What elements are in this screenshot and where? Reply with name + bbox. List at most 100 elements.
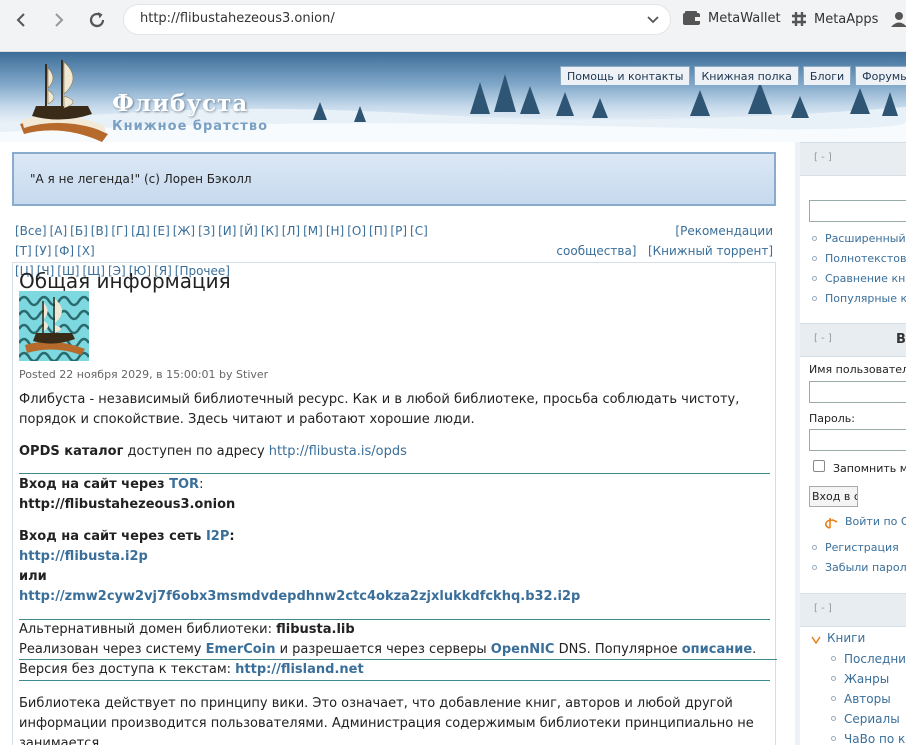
- login-block-title: В: [896, 332, 906, 347]
- books-genres-link[interactable]: Жанры: [844, 672, 889, 686]
- or-line: или: [19, 567, 767, 587]
- or-text: или: [19, 569, 47, 584]
- alpha-link[interactable]: [А]: [50, 224, 68, 238]
- main-content: Общая информация Posted 22 ноября 2029, …: [12, 262, 777, 745]
- wiki-paragraph: Библиотека действует по принципу вики. Э…: [19, 696, 754, 745]
- remember-checkbox[interactable]: [813, 460, 825, 472]
- no-access-link[interactable]: http://flisland.net: [235, 662, 364, 677]
- bullet-icon: [831, 656, 836, 661]
- alpha-link[interactable]: [М]: [303, 224, 323, 238]
- password-input[interactable]: [809, 429, 906, 451]
- openid-login-link[interactable]: Войти по О: [845, 515, 906, 528]
- search-input[interactable]: [809, 200, 906, 222]
- collapse-toggle[interactable]: [ - ]: [814, 333, 832, 344]
- i2p-colon: :: [229, 529, 235, 544]
- alpha-link[interactable]: [Все]: [15, 224, 47, 238]
- alpha-link[interactable]: [Д]: [131, 224, 150, 238]
- advanced-search-link[interactable]: Расширенный: [825, 232, 906, 245]
- alpha-link[interactable]: [Ж]: [173, 224, 195, 238]
- alpha-link[interactable]: [Х]: [77, 244, 95, 258]
- user-icon: [891, 12, 906, 27]
- i2p-address-link[interactable]: http://flibusta.i2p: [19, 549, 148, 564]
- forgot-password-link[interactable]: Забыли парол: [825, 561, 906, 574]
- popular-link[interactable]: Популярные к: [825, 292, 906, 305]
- opennic-link[interactable]: OpenNIC: [491, 642, 555, 657]
- tor-link[interactable]: TOR: [169, 477, 199, 492]
- alt-domain: flibusta.lib: [276, 622, 355, 637]
- alpha-link[interactable]: [Т]: [15, 244, 32, 258]
- emercoin-link[interactable]: EmerCoin: [206, 642, 276, 657]
- profile-extension[interactable]: [890, 10, 906, 28]
- tab-bookshelf[interactable]: Книжная полка: [694, 66, 799, 85]
- ship-logo: [20, 60, 108, 142]
- books-series-link[interactable]: Сериалы: [844, 712, 900, 726]
- alpha-link[interactable]: [Н]: [326, 224, 344, 238]
- alpha-link[interactable]: [О]: [347, 224, 366, 238]
- bullet-icon: [812, 256, 817, 261]
- username-input[interactable]: [809, 381, 906, 403]
- alpha-link[interactable]: [Р]: [390, 224, 407, 238]
- alpha-link[interactable]: [Й]: [239, 224, 257, 238]
- tor-colon: :: [199, 477, 204, 492]
- books-authors-link[interactable]: Авторы: [844, 692, 891, 706]
- opds-label: OPDS каталог: [19, 444, 124, 459]
- torrent-link[interactable]: [Книжный торрент]: [648, 244, 773, 258]
- description-link[interactable]: описание: [682, 642, 752, 657]
- alt-domain-text: Альтернативный домен библиотеки:: [19, 622, 277, 637]
- bullet-icon: [812, 565, 817, 570]
- books-menu[interactable]: Книги: [827, 631, 865, 645]
- chevron-down-icon[interactable]: [646, 12, 660, 26]
- metawallet-extension[interactable]: MetaWallet: [682, 10, 781, 26]
- collapse-toggle[interactable]: [ - ]: [814, 603, 832, 614]
- username-label: Имя пользовател: [809, 363, 906, 376]
- alpha-link[interactable]: [С]: [410, 224, 428, 238]
- bullet-icon: [831, 716, 836, 721]
- login-button[interactable]: Вход в с: [809, 486, 858, 507]
- alpha-link[interactable]: [Л]: [282, 224, 300, 238]
- reload-button[interactable]: [84, 7, 110, 33]
- alpha-link[interactable]: [З]: [198, 224, 215, 238]
- reload-icon: [89, 12, 105, 28]
- alpha-link[interactable]: [Ф]: [54, 244, 74, 258]
- tab-blogs[interactable]: Блоги: [802, 66, 852, 85]
- url-text[interactable]: http://flibustahezeous3.onion/: [140, 11, 335, 26]
- i2p-link[interactable]: I2P: [206, 529, 229, 544]
- site-title[interactable]: Флибуста: [112, 90, 248, 117]
- books-latest-link[interactable]: Последние: [844, 652, 906, 666]
- recommendations-link[interactable]: [Рекомендации: [675, 224, 773, 238]
- opds-link[interactable]: http://flibusta.is/opds: [269, 444, 407, 459]
- back-button[interactable]: [8, 7, 34, 33]
- forward-arrow-icon: [55, 13, 64, 27]
- alpha-link[interactable]: [И]: [218, 224, 236, 238]
- recommendations-link-cont[interactable]: сообщества]: [556, 244, 636, 258]
- header-tabs: Помощь и контакты Книжная полка Блоги Фо…: [560, 66, 906, 85]
- tab-help[interactable]: Помощь и контакты: [560, 66, 691, 85]
- tor-address-line: http://flibustahezeous3.onion: [19, 495, 767, 515]
- register-link[interactable]: Регистрация: [825, 541, 899, 554]
- fulltext-search-link[interactable]: Полнотекстов: [825, 252, 906, 265]
- collapse-toggle[interactable]: [ - ]: [814, 152, 832, 163]
- bullet-icon: [812, 236, 817, 241]
- openid-icon: [825, 518, 838, 529]
- alpha-link[interactable]: [П]: [369, 224, 387, 238]
- metaapps-extension[interactable]: MetaApps: [790, 10, 878, 28]
- i2p-address2-line: http://zmw2cyw2vj7f6obx3msmdvdepdhnw2ctc…: [19, 587, 767, 607]
- metawallet-label: MetaWallet: [708, 10, 781, 26]
- bullet-icon: [812, 276, 817, 281]
- bullet-icon: [831, 696, 836, 701]
- alpha-link[interactable]: [Е]: [153, 224, 170, 238]
- alpha-link[interactable]: [Г]: [111, 224, 128, 238]
- tab-forums[interactable]: Форумы: [855, 66, 906, 85]
- nav-block-header: [ - ]: [800, 593, 906, 627]
- books-faq-link[interactable]: ЧаВо по кн: [844, 732, 906, 745]
- alpha-link[interactable]: [Б]: [70, 224, 88, 238]
- i2p-address-line: http://flibusta.i2p: [19, 547, 767, 567]
- divider: [19, 473, 770, 474]
- alpha-link[interactable]: [В]: [91, 224, 109, 238]
- compare-books-link[interactable]: Сравнение кни: [825, 272, 906, 285]
- forward-button[interactable]: [46, 7, 72, 33]
- alpha-link[interactable]: [У]: [35, 244, 52, 258]
- i2p-address2-link[interactable]: http://zmw2cyw2vj7f6obx3msmdvdepdhnw2ctc…: [19, 589, 580, 604]
- alpha-link[interactable]: [К]: [261, 224, 279, 238]
- address-bar[interactable]: http://flibustahezeous3.onion/: [124, 5, 670, 34]
